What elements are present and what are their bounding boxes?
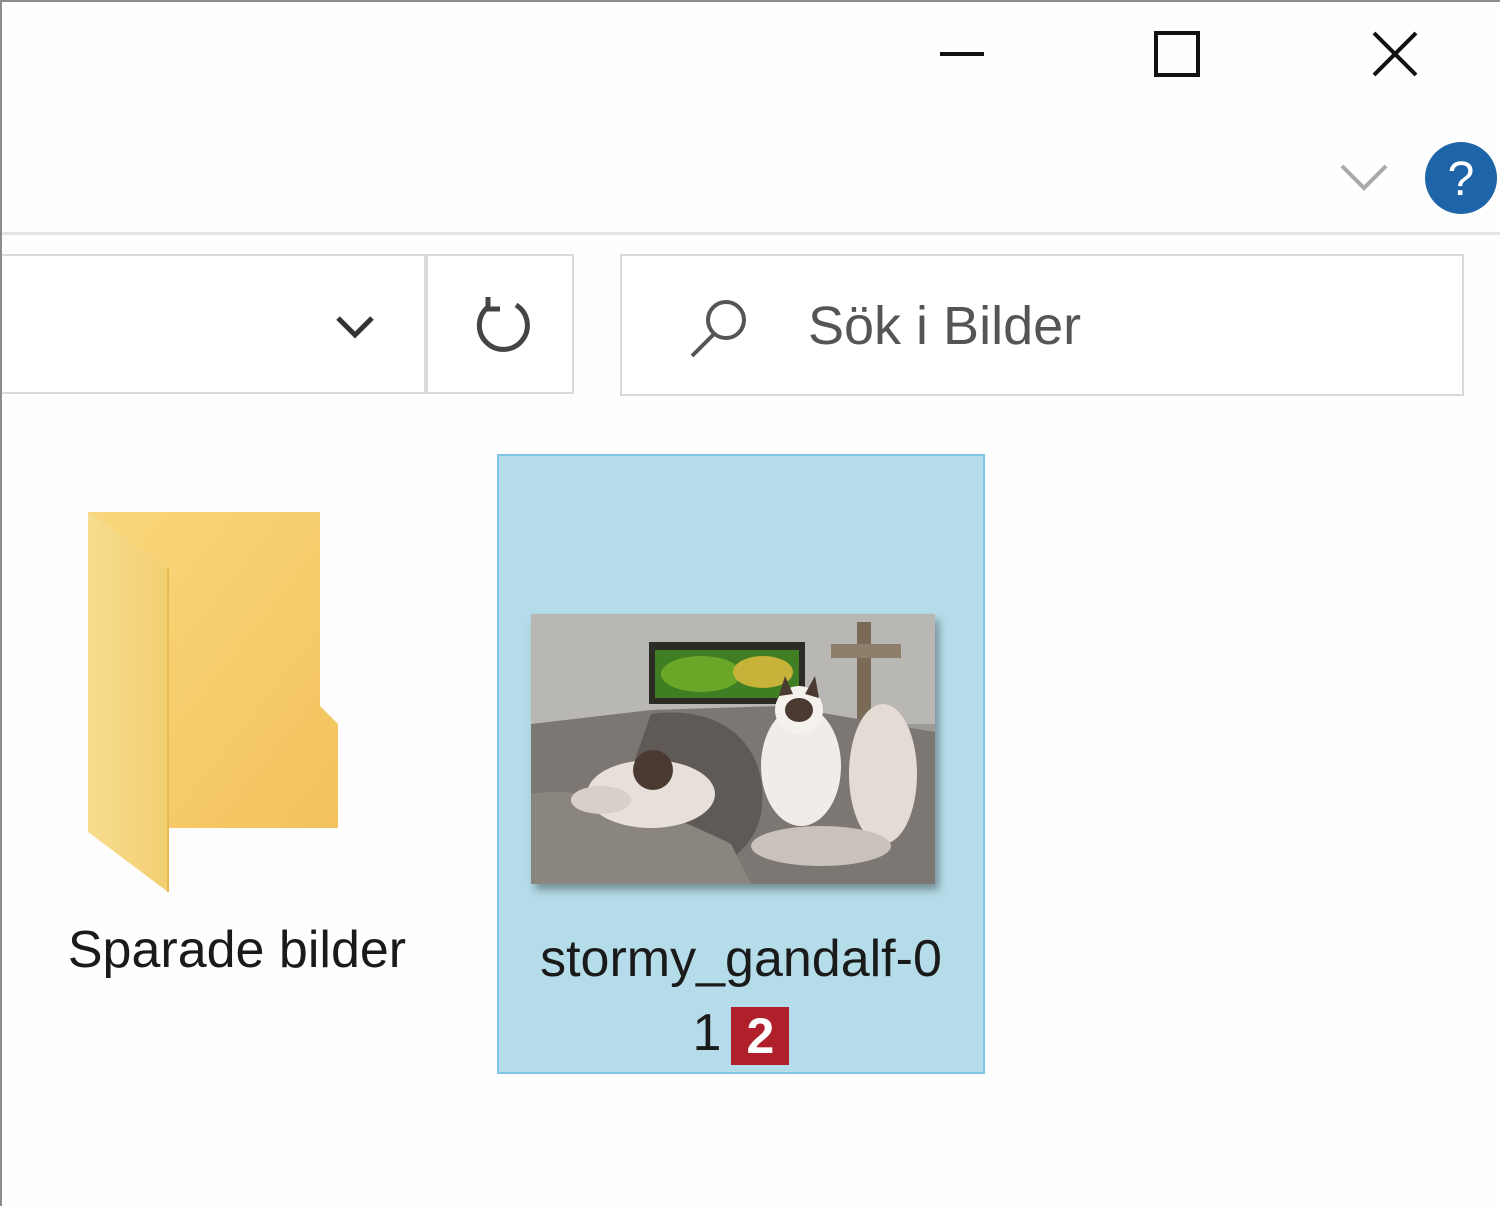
file-name-line-1: stormy_gandalf-0	[540, 930, 942, 988]
minimize-button[interactable]	[862, 2, 1062, 107]
image-file-item[interactable]: stormy_gandalf-0 12	[497, 454, 985, 1074]
file-name-line-2: 12	[499, 996, 983, 1070]
image-thumbnail	[531, 614, 935, 884]
help-button[interactable]: ?	[1423, 140, 1499, 216]
search-box[interactable]	[620, 254, 1464, 396]
file-name-line-2-text: 1	[692, 1004, 722, 1062]
callout-badge: 2	[731, 1007, 790, 1066]
close-icon	[1372, 31, 1418, 77]
image-file-name: stormy_gandalf-0 12	[499, 922, 983, 1070]
maximize-button[interactable]	[1077, 2, 1277, 107]
folder-item[interactable]: Sparade bilder	[42, 472, 442, 1032]
minimize-icon	[940, 52, 984, 56]
ribbon-expand-button[interactable]	[1332, 152, 1396, 202]
maximize-icon	[1154, 31, 1200, 77]
search-input[interactable]	[808, 286, 1408, 366]
address-bar[interactable]	[2, 254, 426, 394]
ribbon-divider	[2, 232, 1500, 235]
folder-icon	[84, 510, 344, 895]
file-explorer-window: ? Sök i Bilder Sparade bilder stormy_gan…	[0, 0, 1500, 1206]
help-symbol: ?	[1448, 153, 1475, 206]
chevron-down-icon	[1340, 164, 1388, 191]
close-button[interactable]	[1297, 2, 1497, 107]
chevron-down-icon	[336, 316, 374, 339]
search-icon	[684, 294, 754, 360]
refresh-button[interactable]	[426, 254, 574, 394]
address-dropdown-button[interactable]	[320, 296, 390, 356]
refresh-icon	[476, 297, 530, 352]
folder-name: Sparade bilder	[67, 921, 407, 979]
help-icon: ?	[1425, 142, 1497, 214]
